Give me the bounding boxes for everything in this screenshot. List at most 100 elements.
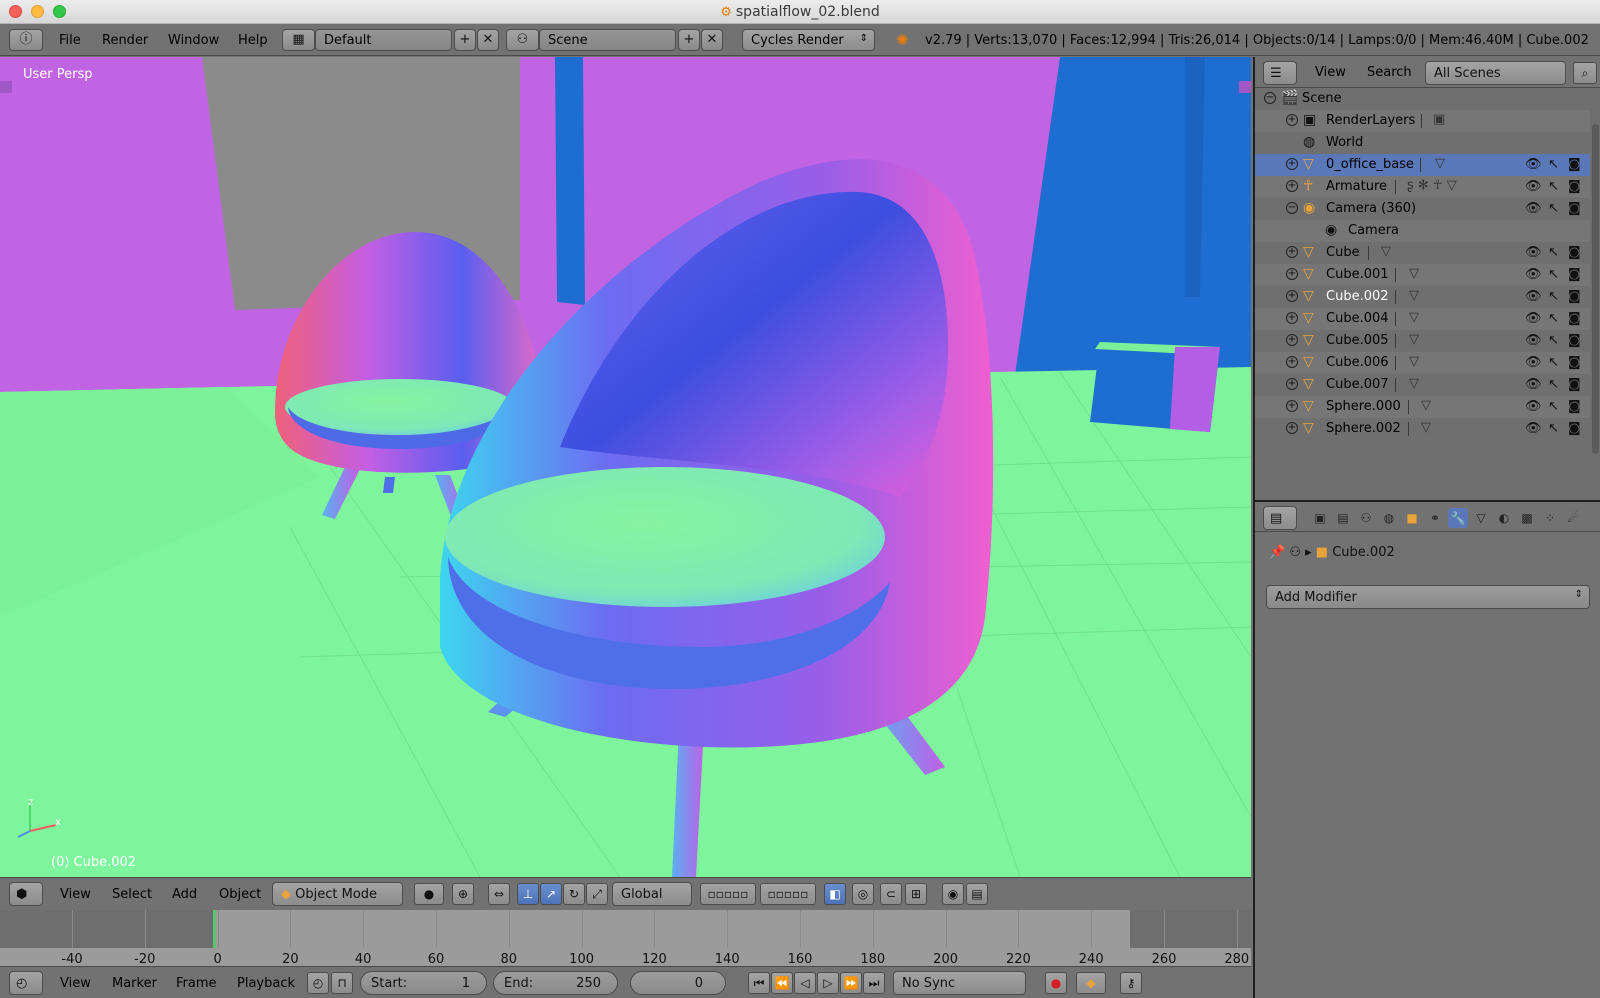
eye-icon[interactable]: 👁	[1525, 179, 1542, 194]
use-preview-range-button[interactable]: ◴	[307, 972, 329, 994]
physics-tab[interactable]: ☄	[1563, 508, 1583, 528]
render-camera-icon[interactable]: ◙	[1568, 179, 1581, 194]
editor-type-timeline-button[interactable]: ◴	[9, 971, 43, 995]
viewport-corner-widget[interactable]	[0, 81, 12, 93]
cursor-icon[interactable]: ↖	[1548, 333, 1559, 348]
outliner-search-button[interactable]: ⌕	[1573, 62, 1597, 84]
menu-select[interactable]: Select	[112, 887, 152, 902]
play-button[interactable]: ▷	[817, 972, 839, 994]
scene-selector-button[interactable]: ⚇	[506, 29, 539, 51]
eye-icon[interactable]: 👁	[1525, 399, 1542, 414]
eye-icon[interactable]: 👁	[1525, 355, 1542, 370]
add-modifier-button[interactable]: Add Modifier ⇕	[1266, 585, 1590, 609]
layout-selector-button[interactable]: ▦	[282, 29, 315, 51]
eye-icon[interactable]: 👁	[1525, 377, 1542, 392]
eye-icon[interactable]: 👁	[1525, 157, 1542, 172]
opengl-render-anim-button[interactable]: ▤	[966, 883, 988, 905]
remove-scene-button[interactable]: ✕	[701, 29, 723, 51]
menu-object[interactable]: Object	[219, 887, 261, 902]
cursor-icon[interactable]: ↖	[1548, 201, 1559, 216]
snap-element-button[interactable]: ⇔	[488, 883, 510, 905]
interaction-mode-select[interactable]: ◆ Object Mode	[272, 882, 403, 906]
menu-outliner-view[interactable]: View	[1315, 65, 1346, 80]
insert-keyframe-button[interactable]: ⚷	[1120, 972, 1142, 994]
collapse-icon[interactable]: −	[1264, 92, 1276, 104]
add-layout-button[interactable]: +	[454, 29, 476, 51]
expand-icon[interactable]: +	[1286, 268, 1298, 280]
outliner-tree[interactable]: − 🎬 Scene + ▣ RenderLayers ▣ ◍ World + ▽…	[1255, 88, 1600, 500]
menu-timeline-view[interactable]: View	[60, 976, 91, 991]
snap-toggle-button[interactable]: ⊂	[880, 883, 902, 905]
translate-manipulator-button[interactable]: ↗	[540, 883, 562, 905]
menu-outliner-search[interactable]: Search	[1367, 65, 1412, 80]
lock-camera-button[interactable]: ◧	[824, 883, 846, 905]
eye-icon[interactable]: 👁	[1525, 201, 1542, 216]
expand-icon[interactable]: +	[1286, 378, 1298, 390]
manipulator-toggle-button[interactable]: ⊥	[517, 883, 539, 905]
texture-tab[interactable]: ▩	[1517, 508, 1537, 528]
current-frame-field[interactable]: 0	[630, 971, 726, 995]
jump-start-button[interactable]: ⏮	[748, 972, 770, 994]
auto-keying-button[interactable]: ●	[1045, 972, 1067, 994]
jump-prev-keyframe-button[interactable]: ⏪	[771, 972, 793, 994]
timeline-frame-cursor[interactable]	[213, 910, 216, 948]
expand-icon[interactable]: +	[1286, 334, 1298, 346]
pivot-point-button[interactable]: ⊕	[452, 883, 474, 905]
render-camera-icon[interactable]: ◙	[1568, 355, 1581, 370]
viewport-shading-button[interactable]: ●	[414, 883, 444, 905]
particles-tab[interactable]: ⁘	[1540, 508, 1560, 528]
expand-icon[interactable]: +	[1286, 290, 1298, 302]
menu-window[interactable]: Window	[168, 33, 219, 48]
expand-icon[interactable]: +	[1286, 246, 1298, 258]
render-camera-icon[interactable]: ◙	[1568, 333, 1581, 348]
add-scene-button[interactable]: +	[678, 29, 700, 51]
menu-marker[interactable]: Marker	[112, 976, 157, 991]
keying-set-button[interactable]: ◆	[1076, 972, 1106, 994]
eye-icon[interactable]: 👁	[1525, 245, 1542, 260]
menu-view[interactable]: View	[60, 887, 91, 902]
editor-type-3d-button[interactable]: ⬢	[9, 882, 43, 906]
lock-frame-selection-button[interactable]: ⊓	[331, 972, 353, 994]
render-camera-icon[interactable]: ◙	[1568, 157, 1581, 172]
layer-buttons-group-1[interactable]: ▫▫▫▫▫	[700, 883, 756, 905]
scene-name-field[interactable]: Scene	[539, 29, 676, 51]
eye-icon[interactable]: 👁	[1525, 421, 1542, 436]
expand-icon[interactable]: +	[1286, 356, 1298, 368]
expand-icon[interactable]: +	[1286, 400, 1298, 412]
expand-icon[interactable]: +	[1286, 312, 1298, 324]
pin-icon[interactable]: 📌	[1269, 545, 1285, 560]
menu-add[interactable]: Add	[172, 887, 197, 902]
jump-next-keyframe-button[interactable]: ⏩	[840, 972, 862, 994]
opengl-render-button[interactable]: ◉	[942, 883, 964, 905]
cursor-icon[interactable]: ↖	[1548, 245, 1559, 260]
play-reverse-button[interactable]: ◁	[794, 972, 816, 994]
scene-tab[interactable]: ⚇	[1356, 508, 1376, 528]
render-camera-icon[interactable]: ◙	[1568, 377, 1581, 392]
render-camera-icon[interactable]: ◙	[1568, 267, 1581, 282]
cursor-icon[interactable]: ↖	[1548, 157, 1559, 172]
world-tab[interactable]: ◍	[1379, 508, 1399, 528]
cursor-icon[interactable]: ↖	[1548, 399, 1559, 414]
eye-icon[interactable]: 👁	[1525, 289, 1542, 304]
cursor-icon[interactable]: ↖	[1548, 377, 1559, 392]
cursor-icon[interactable]: ↖	[1548, 421, 1559, 436]
render-engine-select[interactable]: Cycles Render ⇕	[742, 29, 875, 51]
render-tab[interactable]: ▣	[1310, 508, 1330, 528]
viewport-corner-widget-right[interactable]	[1239, 81, 1251, 93]
proportional-edit-button[interactable]: ◎	[852, 883, 874, 905]
editor-type-outliner-button[interactable]: ☰	[1263, 61, 1297, 85]
transform-orientation-select[interactable]: Global	[612, 882, 692, 906]
eye-icon[interactable]: 👁	[1525, 311, 1542, 326]
eye-icon[interactable]: 👁	[1525, 333, 1542, 348]
jump-end-button[interactable]: ⏭	[863, 972, 885, 994]
outliner-row-camera[interactable]: ◉ Camera	[1255, 220, 1590, 242]
render-layers-tab[interactable]: ▤	[1333, 508, 1353, 528]
render-camera-icon[interactable]: ◙	[1568, 201, 1581, 216]
object-tab[interactable]: ■	[1402, 508, 1422, 528]
cursor-icon[interactable]: ↖	[1548, 179, 1559, 194]
menu-render[interactable]: Render	[102, 33, 148, 48]
material-tab[interactable]: ◐	[1494, 508, 1514, 528]
menu-playback[interactable]: Playback	[237, 976, 295, 991]
menu-file[interactable]: File	[59, 33, 81, 48]
scale-manipulator-button[interactable]: ⤢	[586, 883, 608, 905]
